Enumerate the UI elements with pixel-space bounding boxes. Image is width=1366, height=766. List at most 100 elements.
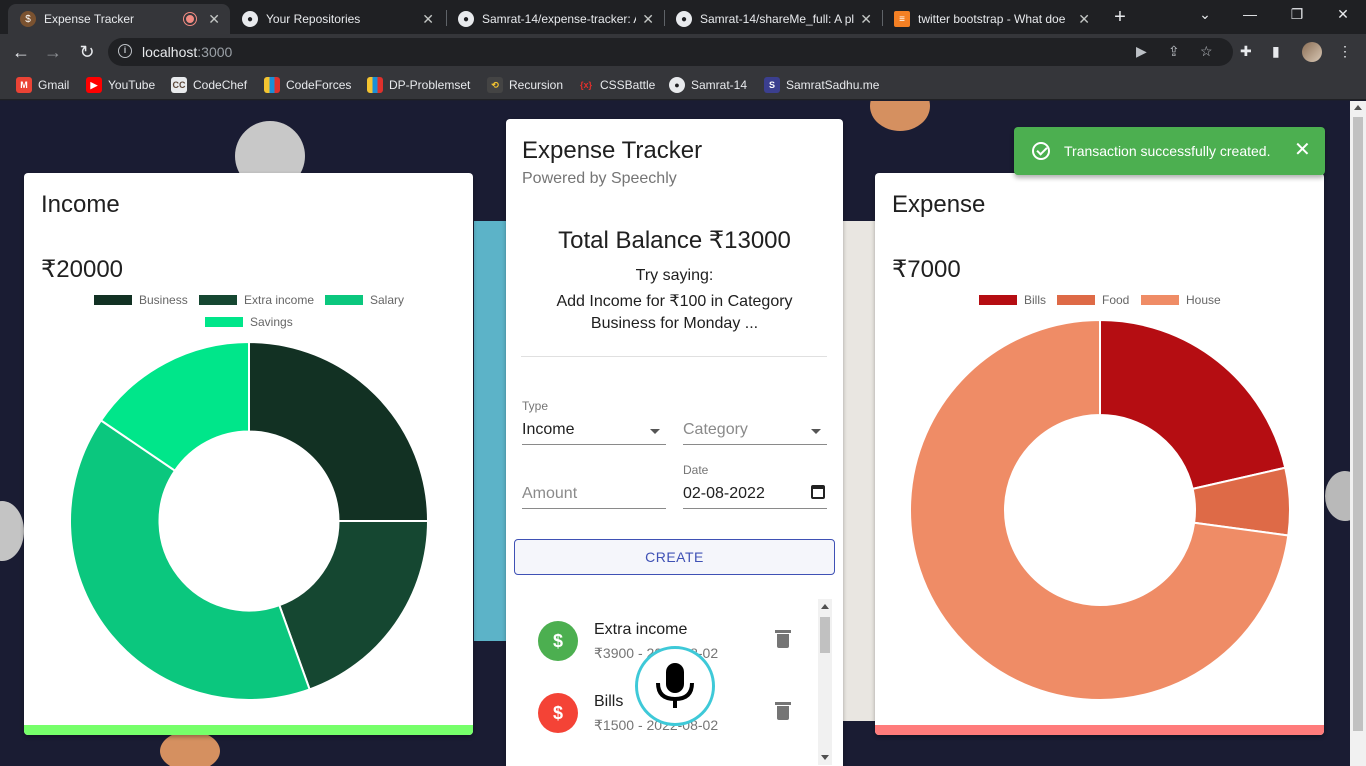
legend-item-business[interactable]: Business <box>94 293 188 307</box>
back-arrow-icon[interactable]: ← <box>10 42 32 62</box>
delete-icon[interactable] <box>775 702 791 720</box>
close-window-button[interactable]: ✕ <box>1333 6 1353 23</box>
legend-item-food[interactable]: Food <box>1057 293 1129 307</box>
page-scrollbar[interactable] <box>1350 101 1366 766</box>
tab-expense-tracker[interactable]: $ Expense Tracker ✕ <box>8 4 230 34</box>
tab-expense-tracker-repo[interactable]: ● Samrat-14/expense-tracker: A ✕ <box>446 4 664 34</box>
youtube-icon: ▶ <box>86 77 102 93</box>
scroll-up-arrow-icon[interactable] <box>821 604 829 609</box>
codeforces-icon <box>367 77 383 93</box>
legend-item-savings[interactable]: Savings <box>205 315 293 329</box>
microphone-icon <box>656 663 694 708</box>
create-button[interactable]: CREATE <box>514 539 835 575</box>
legend-item-house[interactable]: House <box>1141 293 1221 307</box>
main-title: Expense Tracker <box>522 137 703 164</box>
bookmark-codeforces[interactable]: CodeForces <box>264 76 351 94</box>
type-value: Income <box>522 421 575 438</box>
date-label: Date <box>683 463 709 477</box>
minimize-button[interactable]: — <box>1240 6 1260 22</box>
donut-slice-extra-income[interactable] <box>278 520 430 691</box>
profile-avatar[interactable] <box>1302 42 1322 62</box>
tab-shareme-repo[interactable]: ● Samrat-14/shareMe_full: A pl ✕ <box>664 4 882 34</box>
scrollbar-thumb[interactable] <box>820 617 830 653</box>
tab-close-icon[interactable]: ✕ <box>860 11 872 28</box>
restore-button[interactable]: ❐ <box>1287 6 1307 23</box>
bookmark-samrat-14[interactable]: ● Samrat-14 <box>669 76 747 94</box>
divider <box>521 356 827 357</box>
legend-swatch <box>1141 295 1179 305</box>
decorative-coin <box>0 501 24 561</box>
reload-icon[interactable]: ↻ <box>76 42 98 62</box>
legend-swatch <box>325 295 363 305</box>
tab-search-chevron-icon[interactable]: ⌄ <box>1195 6 1215 23</box>
browser-tab-bar: $ Expense Tracker ✕ ● Your Repositories … <box>0 0 1366 34</box>
income-card: Income ₹20000 Business Extra income Sala… <box>24 173 473 735</box>
extensions-puzzle-icon[interactable]: ✚ <box>1240 43 1252 60</box>
main-subtitle: Powered by Speechly <box>522 170 677 187</box>
donut-slice-bills[interactable] <box>1099 318 1287 491</box>
scroll-up-arrow-icon[interactable] <box>1354 105 1362 110</box>
date-input[interactable]: 02-08-2022 <box>683 481 827 509</box>
close-icon[interactable]: ✕ <box>1294 139 1311 161</box>
codeforces-icon <box>264 77 280 93</box>
date-value: 02-08-2022 <box>683 485 765 502</box>
legend-item-extra-income[interactable]: Extra income <box>199 293 314 307</box>
delete-icon[interactable] <box>775 630 791 648</box>
bookmark-dp-problemset[interactable]: DP-Problemset <box>367 76 470 94</box>
decorative-coin <box>160 731 220 766</box>
expense-tracker-favicon-icon: $ <box>20 11 36 27</box>
decorative-paper <box>843 221 875 721</box>
url-text[interactable]: localhost:3000 <box>142 44 232 60</box>
hint-line-2: Add Income for ₹100 in Category <box>556 293 793 310</box>
browser-toolbar: ← → ↻ i localhost:3000 ▶ ⇪ ☆ ✚ ▮ ⋮ <box>0 34 1366 70</box>
amount-input[interactable]: Amount <box>522 481 666 509</box>
scrollbar-thumb[interactable] <box>1353 117 1363 731</box>
list-scrollbar[interactable] <box>818 599 832 765</box>
tab-close-icon[interactable]: ✕ <box>1078 11 1090 28</box>
type-select[interactable]: Income <box>522 417 666 445</box>
bookmark-codechef[interactable]: CC CodeChef <box>171 76 247 94</box>
transaction-name: Bills <box>594 693 624 710</box>
income-title: Income <box>41 191 120 218</box>
more-menu-icon[interactable]: ⋮ <box>1338 43 1352 60</box>
expense-card-bar <box>875 725 1324 735</box>
bookmark-recursion[interactable]: ⟲ Recursion <box>487 76 563 94</box>
bookmark-gmail[interactable]: M Gmail <box>16 76 69 94</box>
legend-item-salary[interactable]: Salary <box>325 293 404 307</box>
address-bar[interactable]: i localhost:3000 ▶ ⇪ ☆ <box>108 38 1233 66</box>
scroll-down-arrow-icon[interactable] <box>821 755 829 760</box>
camera-icon[interactable]: ▶ <box>1136 43 1147 60</box>
codechef-icon: CC <box>171 77 187 93</box>
type-label: Type <box>522 399 549 413</box>
hint-line-1: Try saying: <box>635 267 714 284</box>
tab-your-repositories[interactable]: ● Your Repositories ✕ <box>230 4 444 34</box>
hint-line-3: Business for Monday ... <box>590 315 759 332</box>
delete-icon-lid <box>775 630 791 633</box>
bookmark-star-icon[interactable]: ☆ <box>1200 43 1213 60</box>
tab-close-icon[interactable]: ✕ <box>422 11 434 28</box>
check-circle-icon <box>1032 142 1050 160</box>
donut-slice-salary[interactable] <box>69 418 311 701</box>
tab-stackoverflow[interactable]: ≡ twitter bootstrap - What doe ✕ <box>882 4 1100 34</box>
github-icon: ● <box>676 11 692 27</box>
bookmark-cssbattle[interactable]: {x} CSSBattle <box>578 76 655 94</box>
forward-arrow-icon[interactable]: → <box>42 42 64 62</box>
cssbattle-icon: {x} <box>579 80 592 90</box>
url-port: :3000 <box>197 44 233 60</box>
legend-swatch <box>1057 295 1095 305</box>
delete-icon-bin <box>777 706 789 720</box>
share-icon[interactable]: ⇪ <box>1168 43 1180 60</box>
github-icon: ● <box>669 77 685 93</box>
tab-close-icon[interactable]: ✕ <box>208 11 220 28</box>
bookmark-youtube[interactable]: ▶ YouTube <box>86 76 155 94</box>
donut-slice-business[interactable] <box>248 340 430 522</box>
tab-close-icon[interactable]: ✕ <box>642 11 654 28</box>
site-info-icon[interactable]: i <box>118 44 132 58</box>
side-panel-icon[interactable]: ▮ <box>1272 43 1280 60</box>
calendar-icon[interactable] <box>811 485 825 499</box>
new-tab-button[interactable]: + <box>1110 6 1130 28</box>
bookmark-samratsadhu[interactable]: S SamratSadhu.me <box>764 76 879 94</box>
legend-item-bills[interactable]: Bills <box>979 293 1046 307</box>
category-select[interactable]: Category <box>683 417 827 445</box>
microphone-button[interactable] <box>635 646 715 726</box>
